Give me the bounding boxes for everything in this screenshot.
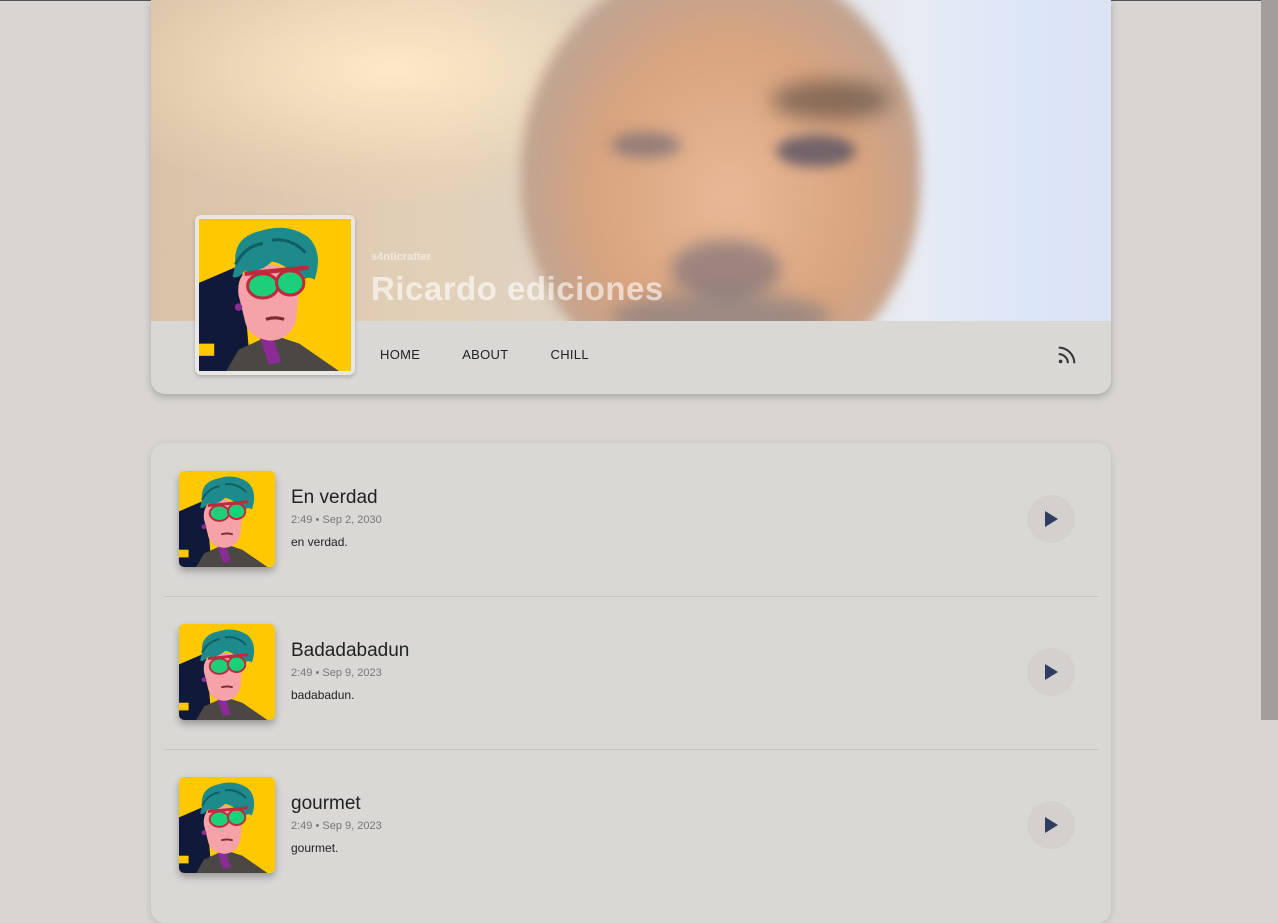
play-button[interactable] <box>1027 495 1075 543</box>
main-nav: HOME ABOUT CHILL <box>380 347 589 362</box>
track-meta: 2:49 • Sep 9, 2023 <box>291 820 382 832</box>
nav-chill[interactable]: CHILL <box>551 347 589 362</box>
track-list: En verdad 2:49 • Sep 2, 2030 en verdad. … <box>151 443 1111 923</box>
play-icon <box>1045 511 1058 527</box>
track-item: gourmet 2:49 • Sep 9, 2023 gourmet. <box>164 749 1099 902</box>
track-title[interactable]: Badadabadun <box>291 640 409 662</box>
play-icon <box>1045 817 1058 833</box>
track-meta: 2:49 • Sep 2, 2030 <box>291 514 382 526</box>
track-description: badabadun. <box>291 688 355 702</box>
play-button[interactable] <box>1027 648 1075 696</box>
profile-name: Ricardo ediciones <box>371 270 664 307</box>
track-description: gourmet. <box>291 841 339 855</box>
rss-icon[interactable] <box>1056 344 1078 366</box>
track-item: Badadabadun 2:49 • Sep 9, 2023 badabadun… <box>164 596 1099 750</box>
play-icon <box>1045 664 1058 680</box>
track-item: En verdad 2:49 • Sep 2, 2030 en verdad. <box>164 443 1099 597</box>
avatar-image <box>199 219 351 371</box>
nav-about[interactable]: ABOUT <box>462 347 508 362</box>
track-title[interactable]: En verdad <box>291 487 378 509</box>
profile-header: s4nticrafter Ricardo ediciones HOME ABOU… <box>151 0 1111 394</box>
profile-avatar <box>195 215 355 375</box>
track-cover[interactable] <box>179 471 275 567</box>
track-cover[interactable] <box>179 777 275 873</box>
track-cover[interactable] <box>179 624 275 720</box>
scrollbar-thumb[interactable] <box>1261 0 1278 720</box>
track-title[interactable]: gourmet <box>291 793 361 815</box>
track-meta: 2:49 • Sep 9, 2023 <box>291 667 382 679</box>
nav-home[interactable]: HOME <box>380 347 420 362</box>
play-button[interactable] <box>1027 801 1075 849</box>
track-description: en verdad. <box>291 535 348 549</box>
profile-username: s4nticrafter <box>371 251 431 263</box>
